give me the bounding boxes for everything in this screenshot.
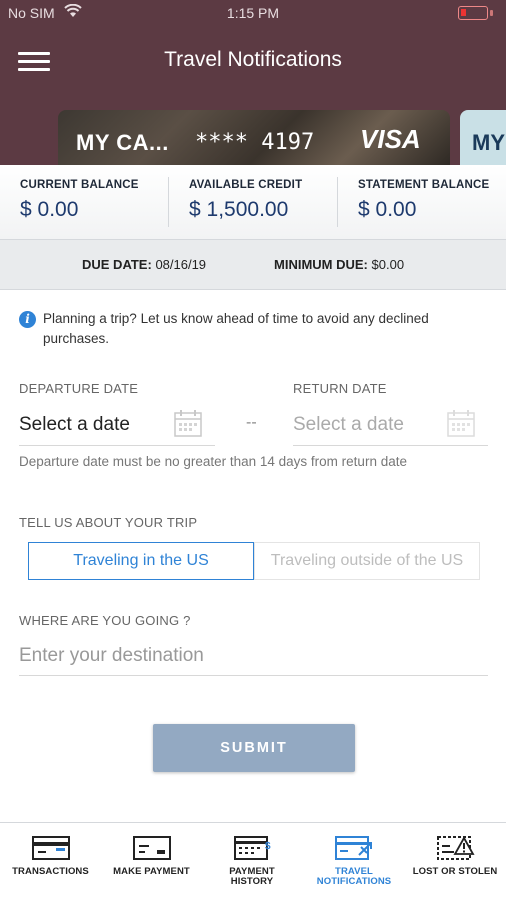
available-credit-value: $ 1,500.00 bbox=[189, 198, 289, 221]
trip-type-label: TELL US ABOUT YOUR TRIP bbox=[19, 515, 198, 530]
battery-icon bbox=[458, 6, 488, 20]
tab-lost-or-stolen[interactable]: LOST OR STOLEN bbox=[404, 823, 506, 900]
date-separator: -- bbox=[246, 414, 257, 431]
next-card[interactable]: MY bbox=[460, 110, 506, 165]
travel-notifications-icon bbox=[335, 836, 372, 860]
traveling-in-us-option[interactable]: Traveling in the US bbox=[28, 542, 254, 580]
info-message: Planning a trip? Let us know ahead of ti… bbox=[43, 311, 429, 346]
destination-input[interactable] bbox=[19, 636, 488, 676]
return-date-field[interactable]: Select a date bbox=[293, 404, 488, 446]
submit-button[interactable]: SUBMIT bbox=[153, 724, 355, 772]
date-hint: Departure date must be no greater than 1… bbox=[19, 454, 407, 469]
payment-history-icon: $ bbox=[234, 836, 271, 860]
tab-lost-or-stolen-label: LOST OR STOLEN bbox=[412, 866, 498, 877]
tab-make-payment-label: MAKE PAYMENT bbox=[113, 866, 190, 877]
departure-date-value: Select a date bbox=[19, 414, 130, 435]
statement-balance-label: STATEMENT BALANCE bbox=[358, 179, 490, 191]
minimum-due-value: $0.00 bbox=[371, 257, 405, 272]
tab-payment-history-label: PAYMENT HISTORY bbox=[229, 866, 275, 887]
status-bar: No SIM 1:15 PM bbox=[0, 0, 506, 28]
destination-label: WHERE ARE YOU GOING ? bbox=[19, 613, 191, 628]
next-card-label: MY bbox=[472, 130, 505, 155]
due-date-label: DUE DATE: bbox=[82, 257, 152, 272]
status-time: 1:15 PM bbox=[226, 5, 280, 21]
tab-make-payment[interactable]: MAKE PAYMENT bbox=[101, 823, 202, 900]
tab-travel-notifications[interactable]: TRAVEL NOTIFICATIONS bbox=[303, 823, 404, 900]
departure-date-label: DEPARTURE DATE bbox=[19, 381, 139, 396]
statement-balance-value: $ 0.00 bbox=[358, 198, 417, 221]
current-balance-value: $ 0.00 bbox=[20, 198, 79, 221]
departure-date-field[interactable]: Select a date bbox=[19, 404, 215, 446]
minimum-due-label: MINIMUM DUE: bbox=[274, 257, 368, 272]
traveling-outside-us-option[interactable]: Traveling outside of the US bbox=[254, 542, 480, 580]
due-date-value: 08/16/19 bbox=[155, 257, 207, 272]
statement-balance: STATEMENT BALANCE $ 0.00 bbox=[337, 177, 505, 227]
credit-card[interactable]: MY CA... **** 4197 VISA bbox=[58, 110, 450, 165]
card-number: **** 4197 bbox=[195, 130, 315, 155]
return-date-value: Select a date bbox=[293, 414, 404, 435]
make-payment-icon bbox=[133, 836, 171, 860]
transactions-icon bbox=[32, 836, 70, 860]
current-balance-label: CURRENT BALANCE bbox=[20, 179, 139, 191]
return-date-label: RETURN DATE bbox=[293, 381, 387, 396]
tab-transactions[interactable]: TRANSACTIONS bbox=[0, 823, 101, 900]
bottom-tab-bar: TRANSACTIONS MAKE PAYMENT $ PAYMENT HIST… bbox=[0, 822, 506, 900]
battery-tip bbox=[490, 10, 493, 16]
balance-summary: CURRENT BALANCE $ 0.00 AVAILABLE CREDIT … bbox=[0, 165, 506, 240]
tab-transactions-label: TRANSACTIONS bbox=[12, 866, 89, 877]
due-date: DUE DATE: 08/16/19 bbox=[82, 257, 206, 272]
available-credit-label: AVAILABLE CREDIT bbox=[189, 179, 303, 191]
info-icon: i bbox=[19, 311, 36, 328]
svg-text:$: $ bbox=[265, 841, 271, 852]
tab-payment-history[interactable]: $ PAYMENT HISTORY bbox=[202, 823, 303, 900]
due-info-bar: DUE DATE: 08/16/19 MINIMUM DUE: $0.00 bbox=[0, 240, 506, 290]
page-title: Travel Notifications bbox=[164, 48, 342, 71]
minimum-due: MINIMUM DUE: $0.00 bbox=[274, 257, 404, 272]
calendar-icon bbox=[174, 410, 202, 437]
card-name: MY CA... bbox=[76, 130, 169, 155]
tab-travel-notifications-label: TRAVEL NOTIFICATIONS bbox=[316, 866, 392, 887]
calendar-icon bbox=[447, 410, 475, 437]
available-credit: AVAILABLE CREDIT $ 1,500.00 bbox=[168, 177, 336, 227]
visa-logo: VISA bbox=[360, 124, 421, 154]
current-balance: CURRENT BALANCE $ 0.00 bbox=[0, 177, 168, 227]
lost-or-stolen-icon bbox=[437, 836, 475, 860]
